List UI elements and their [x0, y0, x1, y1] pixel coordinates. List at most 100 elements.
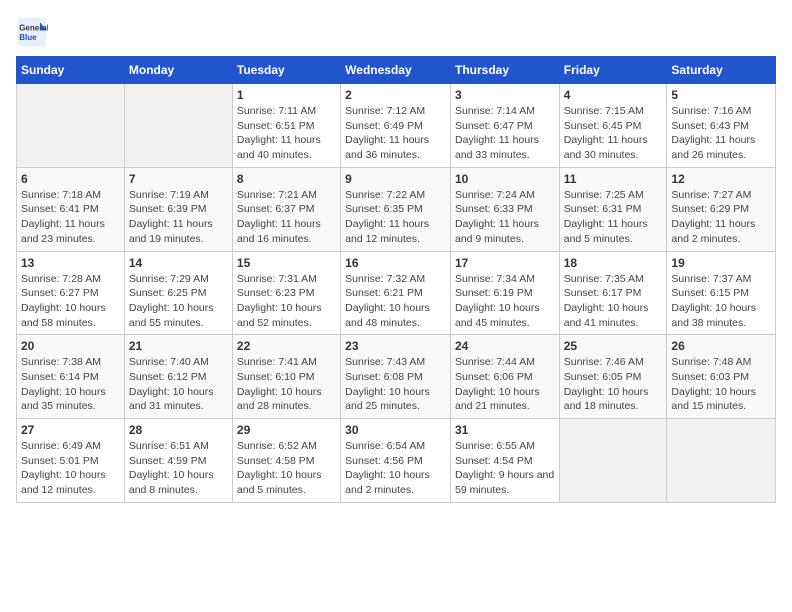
- day-cell: 27Sunrise: 6:49 AMSunset: 5:01 PMDayligh…: [17, 419, 125, 503]
- day-info: Sunrise: 7:41 AMSunset: 6:10 PMDaylight:…: [237, 355, 336, 414]
- day-number: 1: [237, 88, 336, 102]
- day-info: Sunrise: 7:11 AMSunset: 6:51 PMDaylight:…: [237, 104, 336, 163]
- day-number: 14: [129, 256, 228, 270]
- day-number: 28: [129, 423, 228, 437]
- day-number: 12: [671, 172, 771, 186]
- day-info: Sunrise: 6:51 AMSunset: 4:59 PMDaylight:…: [129, 439, 228, 498]
- week-row-5: 27Sunrise: 6:49 AMSunset: 5:01 PMDayligh…: [17, 419, 776, 503]
- week-row-3: 13 Sunrise: 7:28 AMSunset: 6:27 PMDayligh…: [17, 251, 776, 335]
- week-row-1: 1 Sunrise: 7:11 AMSunset: 6:51 PMDaylight…: [17, 84, 776, 168]
- week-row-4: 20Sunrise: 7:38 AMSunset: 6:14 PMDayligh…: [17, 335, 776, 419]
- day-cell: 3 Sunrise: 7:14 AMSunset: 6:47 PMDaylight…: [450, 84, 559, 168]
- day-number: 7: [129, 172, 228, 186]
- day-cell: [667, 419, 776, 503]
- day-info: Sunrise: 7:21 AMSunset: 6:37 PMDaylight:…: [237, 188, 336, 247]
- day-cell: 12 Sunrise: 7:27 AMSunset: 6:29 PMDayligh…: [667, 167, 776, 251]
- day-number: 2: [345, 88, 446, 102]
- header-thursday: Thursday: [450, 57, 559, 84]
- header-friday: Friday: [559, 57, 667, 84]
- header-tuesday: Tuesday: [232, 57, 340, 84]
- day-number: 8: [237, 172, 336, 186]
- day-cell: 2 Sunrise: 7:12 AMSunset: 6:49 PMDaylight…: [341, 84, 451, 168]
- calendar-header-row: SundayMondayTuesdayWednesdayThursdayFrid…: [17, 57, 776, 84]
- day-cell: 16 Sunrise: 7:32 AMSunset: 6:21 PMDayligh…: [341, 251, 451, 335]
- day-cell: 26 Sunrise: 7:48 AMSunset: 6:03 PMDayligh…: [667, 335, 776, 419]
- day-cell: 14 Sunrise: 7:29 AMSunset: 6:25 PMDayligh…: [124, 251, 232, 335]
- day-number: 5: [671, 88, 771, 102]
- week-row-2: 6 Sunrise: 7:18 AMSunset: 6:41 PMDaylight…: [17, 167, 776, 251]
- day-number: 26: [671, 339, 771, 353]
- day-cell: 6 Sunrise: 7:18 AMSunset: 6:41 PMDaylight…: [17, 167, 125, 251]
- day-number: 31: [455, 423, 555, 437]
- day-info: Sunrise: 7:28 AMSunset: 6:27 PMDaylight:…: [21, 272, 120, 331]
- day-number: 3: [455, 88, 555, 102]
- svg-text:Blue: Blue: [19, 33, 37, 42]
- day-info: Sunrise: 7:22 AMSunset: 6:35 PMDaylight:…: [345, 188, 446, 247]
- day-info: Sunrise: 7:40 AMSunset: 6:12 PMDaylight:…: [129, 355, 228, 414]
- day-info: Sunrise: 7:32 AMSunset: 6:21 PMDaylight:…: [345, 272, 446, 331]
- day-info: Sunrise: 7:34 AMSunset: 6:19 PMDaylight:…: [455, 272, 555, 331]
- day-cell: 18 Sunrise: 7:35 AMSunset: 6:17 PMDayligh…: [559, 251, 667, 335]
- day-number: 13: [21, 256, 120, 270]
- day-cell: [124, 84, 232, 168]
- day-info: Sunrise: 7:29 AMSunset: 6:25 PMDaylight:…: [129, 272, 228, 331]
- day-info: Sunrise: 7:18 AMSunset: 6:41 PMDaylight:…: [21, 188, 120, 247]
- day-info: Sunrise: 7:31 AMSunset: 6:23 PMDaylight:…: [237, 272, 336, 331]
- header-saturday: Saturday: [667, 57, 776, 84]
- day-info: Sunrise: 7:37 AMSunset: 6:15 PMDaylight:…: [671, 272, 771, 331]
- day-info: Sunrise: 7:35 AMSunset: 6:17 PMDaylight:…: [564, 272, 663, 331]
- day-cell: 4 Sunrise: 7:15 AMSunset: 6:45 PMDaylight…: [559, 84, 667, 168]
- day-info: Sunrise: 7:43 AMSunset: 6:08 PMDaylight:…: [345, 355, 446, 414]
- day-number: 18: [564, 256, 663, 270]
- day-cell: [17, 84, 125, 168]
- day-cell: [559, 419, 667, 503]
- header-monday: Monday: [124, 57, 232, 84]
- day-cell: 9Sunrise: 7:22 AMSunset: 6:35 PMDaylight…: [341, 167, 451, 251]
- day-cell: 28 Sunrise: 6:51 AMSunset: 4:59 PMDayligh…: [124, 419, 232, 503]
- day-info: Sunrise: 6:54 AMSunset: 4:56 PMDaylight:…: [345, 439, 446, 498]
- day-cell: 11Sunrise: 7:25 AMSunset: 6:31 PMDayligh…: [559, 167, 667, 251]
- day-cell: 15 Sunrise: 7:31 AMSunset: 6:23 PMDayligh…: [232, 251, 340, 335]
- day-info: Sunrise: 7:24 AMSunset: 6:33 PMDaylight:…: [455, 188, 555, 247]
- day-cell: 1 Sunrise: 7:11 AMSunset: 6:51 PMDaylight…: [232, 84, 340, 168]
- calendar-table: SundayMondayTuesdayWednesdayThursdayFrid…: [16, 56, 776, 503]
- day-number: 21: [129, 339, 228, 353]
- day-cell: 25Sunrise: 7:46 AMSunset: 6:05 PMDayligh…: [559, 335, 667, 419]
- day-cell: 19Sunrise: 7:37 AMSunset: 6:15 PMDayligh…: [667, 251, 776, 335]
- day-info: Sunrise: 7:12 AMSunset: 6:49 PMDaylight:…: [345, 104, 446, 163]
- day-cell: 22 Sunrise: 7:41 AMSunset: 6:10 PMDayligh…: [232, 335, 340, 419]
- day-info: Sunrise: 6:52 AMSunset: 4:58 PMDaylight:…: [237, 439, 336, 498]
- day-info: Sunrise: 7:38 AMSunset: 6:14 PMDaylight:…: [21, 355, 120, 414]
- day-info: Sunrise: 7:48 AMSunset: 6:03 PMDaylight:…: [671, 355, 771, 414]
- day-number: 10: [455, 172, 555, 186]
- day-info: Sunrise: 7:27 AMSunset: 6:29 PMDaylight:…: [671, 188, 771, 247]
- day-cell: 8 Sunrise: 7:21 AMSunset: 6:37 PMDaylight…: [232, 167, 340, 251]
- header-wednesday: Wednesday: [341, 57, 451, 84]
- day-number: 17: [455, 256, 555, 270]
- day-number: 23: [345, 339, 446, 353]
- day-number: 4: [564, 88, 663, 102]
- day-info: Sunrise: 7:16 AMSunset: 6:43 PMDaylight:…: [671, 104, 771, 163]
- day-cell: 10 Sunrise: 7:24 AMSunset: 6:33 PMDayligh…: [450, 167, 559, 251]
- day-number: 27: [21, 423, 120, 437]
- day-number: 22: [237, 339, 336, 353]
- day-info: Sunrise: 7:25 AMSunset: 6:31 PMDaylight:…: [564, 188, 663, 247]
- day-info: Sunrise: 7:19 AMSunset: 6:39 PMDaylight:…: [129, 188, 228, 247]
- day-cell: 7 Sunrise: 7:19 AMSunset: 6:39 PMDaylight…: [124, 167, 232, 251]
- day-info: Sunrise: 6:55 AMSunset: 4:54 PMDaylight:…: [455, 439, 555, 498]
- day-info: Sunrise: 7:14 AMSunset: 6:47 PMDaylight:…: [455, 104, 555, 163]
- logo: General Blue: [16, 16, 50, 48]
- day-info: Sunrise: 7:44 AMSunset: 6:06 PMDaylight:…: [455, 355, 555, 414]
- day-number: 16: [345, 256, 446, 270]
- day-number: 24: [455, 339, 555, 353]
- header-sunday: Sunday: [17, 57, 125, 84]
- day-info: Sunrise: 7:15 AMSunset: 6:45 PMDaylight:…: [564, 104, 663, 163]
- day-number: 6: [21, 172, 120, 186]
- day-cell: 5 Sunrise: 7:16 AMSunset: 6:43 PMDaylight…: [667, 84, 776, 168]
- day-cell: 31 Sunrise: 6:55 AMSunset: 4:54 PMDayligh…: [450, 419, 559, 503]
- day-cell: 30Sunrise: 6:54 AMSunset: 4:56 PMDayligh…: [341, 419, 451, 503]
- day-number: 15: [237, 256, 336, 270]
- day-cell: 21 Sunrise: 7:40 AMSunset: 6:12 PMDayligh…: [124, 335, 232, 419]
- day-number: 29: [237, 423, 336, 437]
- day-cell: 24 Sunrise: 7:44 AMSunset: 6:06 PMDayligh…: [450, 335, 559, 419]
